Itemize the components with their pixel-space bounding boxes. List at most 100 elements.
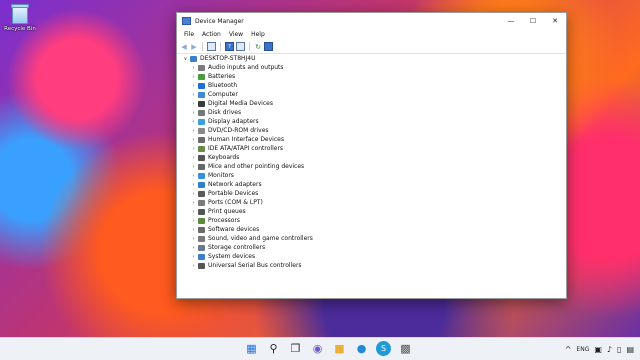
task-view-icon[interactable]: ❐ bbox=[288, 341, 303, 356]
expand-chevron-icon[interactable]: › bbox=[190, 191, 197, 197]
tree-item-label: Audio inputs and outputs bbox=[208, 64, 284, 71]
forward-arrow-icon[interactable]: ▶ bbox=[190, 43, 198, 51]
edge-icon[interactable]: ● bbox=[354, 341, 369, 356]
battery-icon[interactable]: ▯ bbox=[617, 345, 621, 354]
tree-item-label: Portable Devices bbox=[208, 190, 259, 197]
tree-item-label: System devices bbox=[208, 253, 256, 260]
expand-chevron-icon[interactable]: › bbox=[190, 263, 197, 269]
expand-chevron-icon[interactable]: › bbox=[190, 119, 197, 125]
device-manager-icon[interactable]: ▩ bbox=[398, 341, 413, 356]
menu-action[interactable]: Action bbox=[198, 31, 225, 38]
tree-item[interactable]: › IDE ATA/ATAPI controllers bbox=[177, 144, 566, 153]
expand-chevron-icon[interactable]: › bbox=[190, 137, 197, 143]
expand-chevron-icon[interactable]: › bbox=[190, 164, 197, 170]
disk-drive-icon bbox=[198, 109, 205, 116]
tree-item[interactable]: › Disk drives bbox=[177, 108, 566, 117]
start-icon[interactable]: ▦ bbox=[244, 341, 259, 356]
tree-item[interactable]: › Audio inputs and outputs bbox=[177, 63, 566, 72]
notifications-icon[interactable]: ▤ bbox=[626, 345, 634, 354]
expand-chevron-icon[interactable]: › bbox=[190, 209, 197, 215]
audio-icon bbox=[198, 64, 205, 71]
back-arrow-icon[interactable]: ◀ bbox=[180, 43, 188, 51]
collapse-chevron-icon[interactable]: ∨ bbox=[182, 56, 189, 62]
expand-chevron-icon[interactable]: › bbox=[190, 155, 197, 161]
language-indicator[interactable]: ENG bbox=[576, 346, 589, 353]
tree-item[interactable]: › Bluetooth bbox=[177, 81, 566, 90]
skype-icon[interactable]: S bbox=[376, 341, 391, 356]
tree-item[interactable]: › Computer bbox=[177, 90, 566, 99]
tree-item-label: Storage controllers bbox=[208, 244, 266, 251]
computer-icon bbox=[198, 91, 205, 98]
recycle-bin-icon bbox=[11, 4, 29, 24]
bluetooth-icon bbox=[198, 82, 205, 89]
window-title: Device Manager bbox=[195, 17, 244, 25]
expand-chevron-icon[interactable]: › bbox=[190, 92, 197, 98]
network-icon[interactable]: ▣ bbox=[594, 345, 602, 354]
storage-controller-icon bbox=[198, 244, 205, 251]
menu-help[interactable]: Help bbox=[247, 31, 269, 38]
scan-hardware-icon[interactable]: ↻ bbox=[254, 43, 262, 51]
tree-item[interactable]: › Digital Media Devices bbox=[177, 99, 566, 108]
tree-item[interactable]: › Batteries bbox=[177, 72, 566, 81]
tree-item-label: DVD/CD-ROM drives bbox=[208, 127, 269, 134]
tree-item-label: Disk drives bbox=[208, 109, 242, 116]
expand-chevron-icon[interactable]: › bbox=[190, 101, 197, 107]
tree-item[interactable]: › Print queues bbox=[177, 207, 566, 216]
expand-chevron-icon[interactable]: › bbox=[190, 245, 197, 251]
tree-item[interactable]: › Portable Devices bbox=[177, 189, 566, 198]
tree-item-label: IDE ATA/ATAPI controllers bbox=[208, 145, 284, 152]
tree-item[interactable]: › Display adapters bbox=[177, 117, 566, 126]
minimize-button[interactable]: — bbox=[500, 13, 522, 29]
display-adapter-icon bbox=[198, 118, 205, 125]
expand-chevron-icon[interactable]: › bbox=[190, 128, 197, 134]
usb-icon bbox=[198, 262, 205, 269]
close-button[interactable]: ✕ bbox=[544, 13, 566, 29]
expand-chevron-icon[interactable]: › bbox=[190, 227, 197, 233]
tree-item[interactable]: › Ports (COM & LPT) bbox=[177, 198, 566, 207]
tree-root[interactable]: ∨ DESKTOP-ST8HJ4U bbox=[177, 54, 566, 63]
expand-chevron-icon[interactable]: › bbox=[190, 146, 197, 152]
expand-chevron-icon[interactable]: › bbox=[190, 74, 197, 80]
file-explorer-icon[interactable]: ■ bbox=[332, 341, 347, 356]
tree-item[interactable]: › Processors bbox=[177, 216, 566, 225]
search-icon[interactable]: ⚲ bbox=[266, 341, 281, 356]
menu-bar: File Action View Help bbox=[177, 29, 566, 40]
title-bar[interactable]: Device Manager — ☐ ✕ bbox=[177, 13, 566, 29]
expand-chevron-icon[interactable]: › bbox=[190, 236, 197, 242]
help-icon[interactable]: ? bbox=[225, 42, 234, 51]
expand-chevron-icon[interactable]: › bbox=[190, 218, 197, 224]
tree-item[interactable]: › Software devices bbox=[177, 225, 566, 234]
volume-icon[interactable]: ♪ bbox=[607, 345, 612, 354]
expand-chevron-icon[interactable]: › bbox=[190, 200, 197, 206]
ide-controller-icon bbox=[198, 145, 205, 152]
tree-root-label: DESKTOP-ST8HJ4U bbox=[200, 55, 256, 62]
maximize-button[interactable]: ☐ bbox=[522, 13, 544, 29]
tree-item[interactable]: › DVD/CD-ROM drives bbox=[177, 126, 566, 135]
chat-icon[interactable]: ◉ bbox=[310, 341, 325, 356]
properties-icon[interactable] bbox=[236, 42, 245, 51]
tree-item[interactable]: › System devices bbox=[177, 252, 566, 261]
tree-item[interactable]: › Storage controllers bbox=[177, 243, 566, 252]
expand-chevron-icon[interactable]: › bbox=[190, 254, 197, 260]
tree-item-label: Display adapters bbox=[208, 118, 259, 125]
tree-item[interactable]: › Network adapters bbox=[177, 180, 566, 189]
expand-chevron-icon[interactable]: › bbox=[190, 83, 197, 89]
menu-file[interactable]: File bbox=[180, 31, 198, 38]
expand-chevron-icon[interactable]: › bbox=[190, 173, 197, 179]
toolbar-separator bbox=[220, 42, 221, 51]
tray-chevron-icon[interactable]: ^ bbox=[565, 345, 572, 354]
recycle-bin-desktop-icon[interactable]: Recycle Bin bbox=[4, 4, 36, 32]
tree-item[interactable]: › Keyboards bbox=[177, 153, 566, 162]
expand-chevron-icon[interactable]: › bbox=[190, 110, 197, 116]
tree-item[interactable]: › Human Interface Devices bbox=[177, 135, 566, 144]
expand-chevron-icon[interactable]: › bbox=[190, 182, 197, 188]
tree-item[interactable]: › Universal Serial Bus controllers bbox=[177, 261, 566, 270]
show-hide-console-tree-icon[interactable] bbox=[207, 42, 216, 51]
expand-chevron-icon[interactable]: › bbox=[190, 65, 197, 71]
tree-item[interactable]: › Mice and other pointing devices bbox=[177, 162, 566, 171]
tree-item[interactable]: › Monitors bbox=[177, 171, 566, 180]
menu-view[interactable]: View bbox=[225, 31, 247, 38]
monitor-icon[interactable] bbox=[264, 42, 273, 51]
tree-item[interactable]: › Sound, video and game controllers bbox=[177, 234, 566, 243]
tree-item-label: Keyboards bbox=[208, 154, 240, 161]
